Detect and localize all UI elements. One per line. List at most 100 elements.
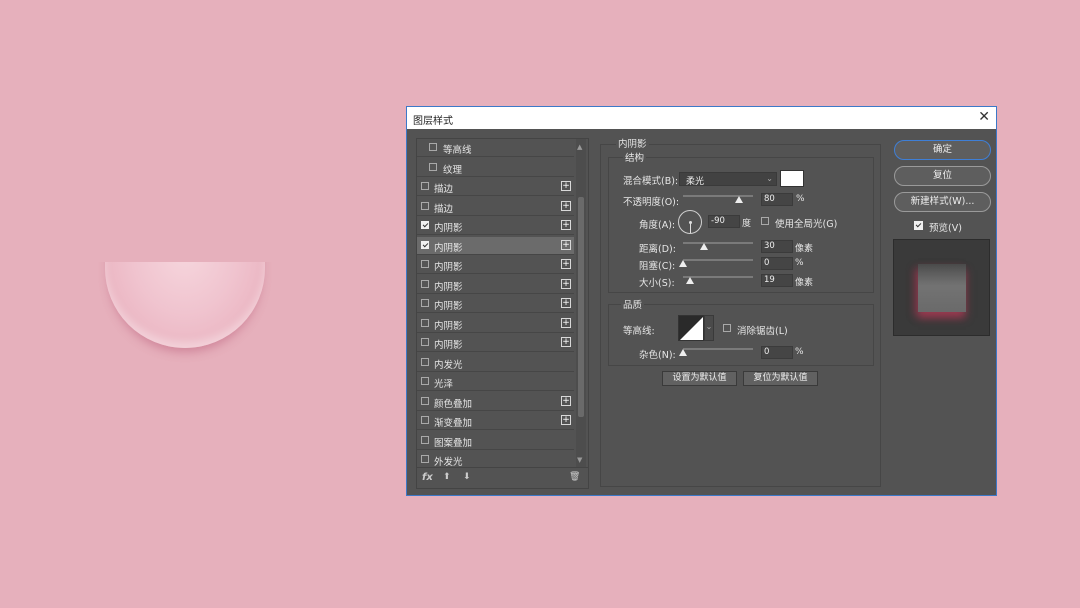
add-effect-icon[interactable]: + [561, 337, 571, 347]
size-slider-handle[interactable] [686, 277, 694, 284]
style-item-label: 内阴影 [434, 242, 463, 254]
style-item-label: 内阴影 [434, 340, 463, 351]
style-item-checkbox[interactable] [429, 162, 437, 171]
style-item[interactable]: 内发光 [417, 354, 574, 372]
move-down-icon[interactable]: ⬇ [463, 472, 471, 482]
add-effect-icon[interactable]: + [561, 415, 571, 425]
style-item-checkbox[interactable] [421, 182, 429, 190]
shadow-color-swatch[interactable] [780, 170, 804, 187]
style-item[interactable]: 颜色叠加 + [417, 393, 574, 411]
move-up-icon[interactable]: ⬆ [443, 472, 451, 482]
style-item-checkbox[interactable] [421, 357, 429, 366]
add-effect-icon[interactable]: + [561, 220, 571, 230]
opacity-input[interactable]: 80 [761, 193, 793, 206]
style-item-checkbox[interactable] [421, 201, 429, 210]
distance-slider-handle[interactable] [700, 243, 708, 250]
style-item-checkbox[interactable] [421, 435, 429, 444]
style-item-checkbox[interactable] [421, 279, 429, 288]
style-item-checkbox[interactable] [421, 416, 429, 424]
add-effect-icon[interactable]: + [561, 181, 571, 191]
style-item-label: 纹理 [443, 164, 463, 176]
reset-default-button[interactable]: 复位为默认值 [743, 371, 818, 386]
chevron-down-icon: ⌄ [766, 174, 773, 183]
style-item-label: 内阴影 [434, 281, 463, 293]
noise-unit: % [795, 347, 804, 357]
antialias-checkbox[interactable] [723, 324, 731, 332]
style-item[interactable]: 描边 + [417, 178, 574, 196]
noise-input[interactable]: 0 [761, 346, 793, 359]
style-item[interactable]: 内阴影 + [417, 295, 574, 313]
style-item[interactable]: 描边 + [417, 198, 574, 216]
style-item-label: 描边 [434, 184, 454, 195]
structure-title: 结构 [623, 150, 647, 164]
style-item-checkbox[interactable] [421, 260, 429, 268]
add-effect-icon[interactable]: + [561, 395, 571, 406]
noise-slider-handle[interactable] [679, 349, 687, 356]
choke-input[interactable]: 0 [761, 257, 793, 270]
style-item[interactable]: 内阴影 + [417, 315, 574, 333]
add-effect-icon[interactable]: + [561, 200, 571, 211]
style-item[interactable]: 光泽 [417, 373, 574, 391]
style-item-checkbox[interactable] [421, 221, 429, 229]
opacity-slider-handle[interactable] [735, 196, 743, 203]
style-item-checkbox[interactable] [421, 240, 429, 249]
style-item-checkbox[interactable] [421, 318, 429, 327]
scroll-down-icon[interactable]: ▼ [577, 456, 582, 464]
size-input[interactable]: 19 [761, 274, 793, 287]
style-item-label: 描边 [434, 203, 454, 215]
add-effect-icon[interactable]: + [561, 239, 571, 250]
close-icon[interactable]: ✕ [978, 109, 990, 125]
choke-slider[interactable] [683, 259, 753, 261]
blend-mode-select[interactable]: 柔光 ⌄ [679, 172, 777, 187]
reset-button[interactable]: 复位 [894, 166, 991, 186]
style-item-label: 外发光 [434, 457, 463, 468]
noise-slider[interactable] [683, 348, 753, 350]
style-item[interactable]: 内阴影 + [417, 276, 574, 294]
style-list: ▲ ▼ 等高线 纹理 描边 + 描边 + 内阴影 + 内阴影 + 内阴影 + 内阴影 + 内阴影 + 内阴影 + 内… [416, 138, 589, 468]
style-item-label: 光泽 [434, 379, 454, 390]
distance-slider[interactable] [683, 242, 753, 244]
size-label: 大小(S): [639, 278, 675, 289]
list-scrollbar-thumb[interactable] [578, 197, 584, 417]
fx-icon[interactable]: fx [422, 472, 433, 483]
add-effect-icon[interactable]: + [561, 298, 571, 308]
angle-dial[interactable] [678, 210, 702, 234]
style-item[interactable]: 内阴影 + [417, 334, 574, 352]
angle-label: 角度(A): [639, 220, 676, 231]
angle-unit: 度 [742, 219, 752, 229]
trash-icon[interactable]: 🗑 [569, 472, 580, 482]
style-item[interactable]: 外发光 [417, 451, 574, 468]
style-item-checkbox[interactable] [421, 455, 429, 463]
contour-label: 等高线: [623, 326, 655, 337]
style-item-checkbox[interactable] [421, 377, 429, 385]
add-effect-icon[interactable]: + [561, 259, 571, 269]
style-item-checkbox[interactable] [421, 299, 429, 307]
preview-checkbox[interactable] [914, 221, 923, 230]
contour-dropdown-icon[interactable]: ⌄ [704, 315, 714, 341]
style-item-checkbox[interactable] [429, 143, 437, 151]
global-light-checkbox[interactable] [761, 217, 769, 225]
blend-mode-value: 柔光 [686, 177, 705, 187]
style-item[interactable]: 内阴影 + [417, 256, 574, 274]
style-item-checkbox[interactable] [421, 396, 429, 405]
scroll-up-icon[interactable]: ▲ [577, 143, 582, 151]
add-effect-icon[interactable]: + [561, 317, 571, 328]
distance-input[interactable]: 30 [761, 240, 793, 253]
add-effect-icon[interactable]: + [561, 278, 571, 289]
angle-input[interactable]: -90 [708, 215, 740, 228]
contour-preview[interactable] [678, 315, 704, 341]
choke-slider-handle[interactable] [679, 260, 687, 267]
noise-label: 杂色(N): [639, 350, 676, 361]
style-item[interactable]: 内阴影 + [417, 217, 574, 235]
style-item-checkbox[interactable] [421, 338, 429, 346]
style-item[interactable]: 内阴影 + [417, 236, 574, 255]
style-item[interactable]: 等高线 [417, 139, 574, 157]
ok-button[interactable]: 确定 [894, 140, 991, 160]
style-item[interactable]: 图案叠加 [417, 432, 574, 450]
style-item[interactable]: 纹理 [417, 159, 574, 177]
new-style-button[interactable]: 新建样式(W)... [894, 192, 991, 212]
style-item-label: 颜色叠加 [434, 398, 473, 410]
style-item-label: 等高线 [443, 145, 472, 156]
set-default-button[interactable]: 设置为默认值 [662, 371, 737, 386]
style-item[interactable]: 渐变叠加 + [417, 412, 574, 430]
